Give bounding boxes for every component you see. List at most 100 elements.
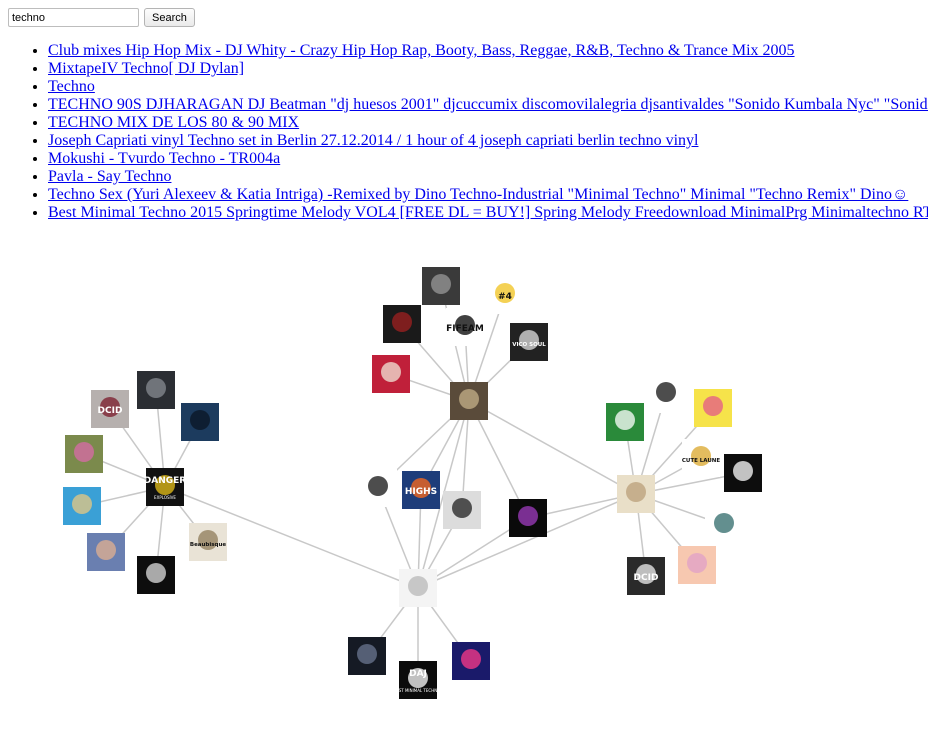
list-item: Joseph Capriati vinyl Techno set in Berl… xyxy=(48,132,928,150)
album-thumbnail-dcid-left[interactable]: DCID xyxy=(91,390,129,428)
album-art xyxy=(443,491,481,529)
list-item: Best Minimal Techno 2015 Springtime Melo… xyxy=(48,204,928,222)
album-thumbnail-danger[interactable]: DANGER EXPLOSIVE xyxy=(146,468,184,506)
album-art: DCID xyxy=(91,390,129,428)
album-art xyxy=(647,375,685,413)
album-thumbnail-green-alien[interactable] xyxy=(606,403,644,441)
album-thumbnail-blonde[interactable] xyxy=(63,487,101,525)
album-thumbnail-bw-ink[interactable] xyxy=(647,375,685,413)
result-link[interactable]: Techno xyxy=(48,78,95,95)
album-thumbnail-dark-title[interactable] xyxy=(348,637,386,675)
album-label: DANGER xyxy=(146,476,184,486)
album-art: DCID xyxy=(627,557,665,595)
list-item: Techno Sex (Yuri Alexeev & Katia Intriga… xyxy=(48,186,928,204)
album-thumbnail-round-badge[interactable] xyxy=(724,454,762,492)
result-link[interactable]: MixtapeIV Techno[ DJ Dylan] xyxy=(48,60,244,77)
album-label: DCID xyxy=(634,573,659,583)
album-art xyxy=(65,435,103,473)
album-thumbnail-hub-center[interactable] xyxy=(399,569,437,607)
album-art xyxy=(348,637,386,675)
album-thumbnail-red-grid[interactable] xyxy=(383,305,421,343)
album-art xyxy=(137,556,175,594)
album-art: HIGHS xyxy=(402,471,440,509)
album-thumbnail-night-sky[interactable] xyxy=(181,403,219,441)
results-list: Club mixes Hip Hop Mix - DJ Whity - Craz… xyxy=(0,42,928,222)
album-thumbnail-dcid-right[interactable]: DCID xyxy=(627,557,665,595)
album-thumbnail-vicoleoul[interactable]: VICO SOUL xyxy=(510,323,548,361)
album-art xyxy=(181,403,219,441)
album-thumbnail-boutique[interactable]: Beaubisque xyxy=(189,523,227,561)
result-link[interactable]: Techno Sex (Yuri Alexeev & Katia Intriga… xyxy=(48,186,908,203)
album-art xyxy=(63,487,101,525)
album-art: DANGER EXPLOSIVE xyxy=(146,468,184,506)
album-label: DCID xyxy=(98,406,123,416)
album-thumbnail-hub-top[interactable] xyxy=(450,382,488,420)
album-art xyxy=(617,475,655,513)
list-item: MixtapeIV Techno[ DJ Dylan] xyxy=(48,60,928,78)
result-link[interactable]: Best Minimal Techno 2015 Springtime Melo… xyxy=(48,204,928,221)
list-item: Techno xyxy=(48,78,928,96)
result-link[interactable]: Club mixes Hip Hop Mix - DJ Whity - Craz… xyxy=(48,42,795,59)
album-art xyxy=(509,499,547,537)
album-thumbnail-stripes[interactable] xyxy=(509,499,547,537)
album-label: CUTE LAUNE xyxy=(682,458,720,464)
album-art xyxy=(422,267,460,305)
search-bar: Search xyxy=(8,8,195,27)
album-art xyxy=(359,469,397,507)
album-thumbnail-pastel-card[interactable] xyxy=(678,546,716,584)
album-art: VICO SOUL xyxy=(510,323,548,361)
album-thumbnail-highs[interactable]: HIGHS xyxy=(402,471,440,509)
album-thumbnail-silhouettes[interactable] xyxy=(359,469,397,507)
album-art: FIFEAM xyxy=(446,308,484,346)
search-input[interactable] xyxy=(8,8,139,27)
album-label: HIGHS xyxy=(405,487,437,497)
album-thumbnail-daj[interactable]: DAJ AUGUST MINIMAL TECHNO MIX xyxy=(399,661,437,699)
album-art xyxy=(399,569,437,607)
album-art: CUTE LAUNE xyxy=(682,439,720,477)
album-label: VICO SOUL xyxy=(512,342,546,348)
album-label: Beaubisque xyxy=(190,542,226,548)
album-thumbnail-dark-vinyl[interactable] xyxy=(137,371,175,409)
list-item: Mokushi - Tvurdo Techno - TR004a xyxy=(48,150,928,168)
result-link[interactable]: TECHNO 90S DJHARAGAN DJ Beatman "dj hues… xyxy=(48,96,928,113)
result-link[interactable]: Mokushi - Tvurdo Techno - TR004a xyxy=(48,150,280,167)
album-thumbnail-face-mask[interactable] xyxy=(372,355,410,393)
list-item: Pavla - Say Techno xyxy=(48,168,928,186)
album-thumbnail-blue-fx[interactable] xyxy=(452,642,490,680)
result-link[interactable]: TECHNO MIX DE LOS 80 & 90 MIX xyxy=(48,114,299,131)
album-thumbnail-portrait[interactable] xyxy=(87,533,125,571)
album-label: #4 xyxy=(498,292,512,302)
album-thumbnail-yellow-card[interactable] xyxy=(694,389,732,427)
album-label: FIFEAM xyxy=(446,324,484,334)
album-thumbnail-number4[interactable]: #4 xyxy=(486,276,524,314)
album-art xyxy=(137,371,175,409)
album-thumbnail-bw-hands[interactable] xyxy=(443,491,481,529)
result-link[interactable]: Joseph Capriati vinyl Techno set in Berl… xyxy=(48,132,698,149)
album-art xyxy=(724,454,762,492)
album-sublabel: AUGUST MINIMAL TECHNO MIX xyxy=(399,688,437,693)
album-thumbnail-gold-coins[interactable]: CUTE LAUNE xyxy=(682,439,720,477)
album-thumbnail-robot-face[interactable] xyxy=(705,506,743,544)
album-thumbnail-black-logo[interactable] xyxy=(137,556,175,594)
album-art: DAJ AUGUST MINIMAL TECHNO MIX xyxy=(399,661,437,699)
album-thumbnail-vinyl-half[interactable]: FIFEAM xyxy=(446,308,484,346)
album-art: Beaubisque xyxy=(189,523,227,561)
album-art xyxy=(450,382,488,420)
album-art xyxy=(606,403,644,441)
album-art xyxy=(372,355,410,393)
album-thumbnail-green-eye[interactable] xyxy=(65,435,103,473)
album-art xyxy=(452,642,490,680)
list-item: TECHNO MIX DE LOS 80 & 90 MIX xyxy=(48,114,928,132)
album-art xyxy=(383,305,421,343)
album-label: DAJ xyxy=(409,669,427,679)
result-link[interactable]: Pavla - Say Techno xyxy=(48,168,171,185)
album-thumbnail-storm[interactable] xyxy=(422,267,460,305)
list-item: TECHNO 90S DJHARAGAN DJ Beatman "dj hues… xyxy=(48,96,928,114)
album-art: #4 xyxy=(486,276,524,314)
album-thumbnail-hub-right[interactable] xyxy=(617,475,655,513)
search-button[interactable]: Search xyxy=(144,8,195,27)
album-art xyxy=(87,533,125,571)
album-art xyxy=(678,546,716,584)
album-art xyxy=(694,389,732,427)
album-art xyxy=(705,506,743,544)
